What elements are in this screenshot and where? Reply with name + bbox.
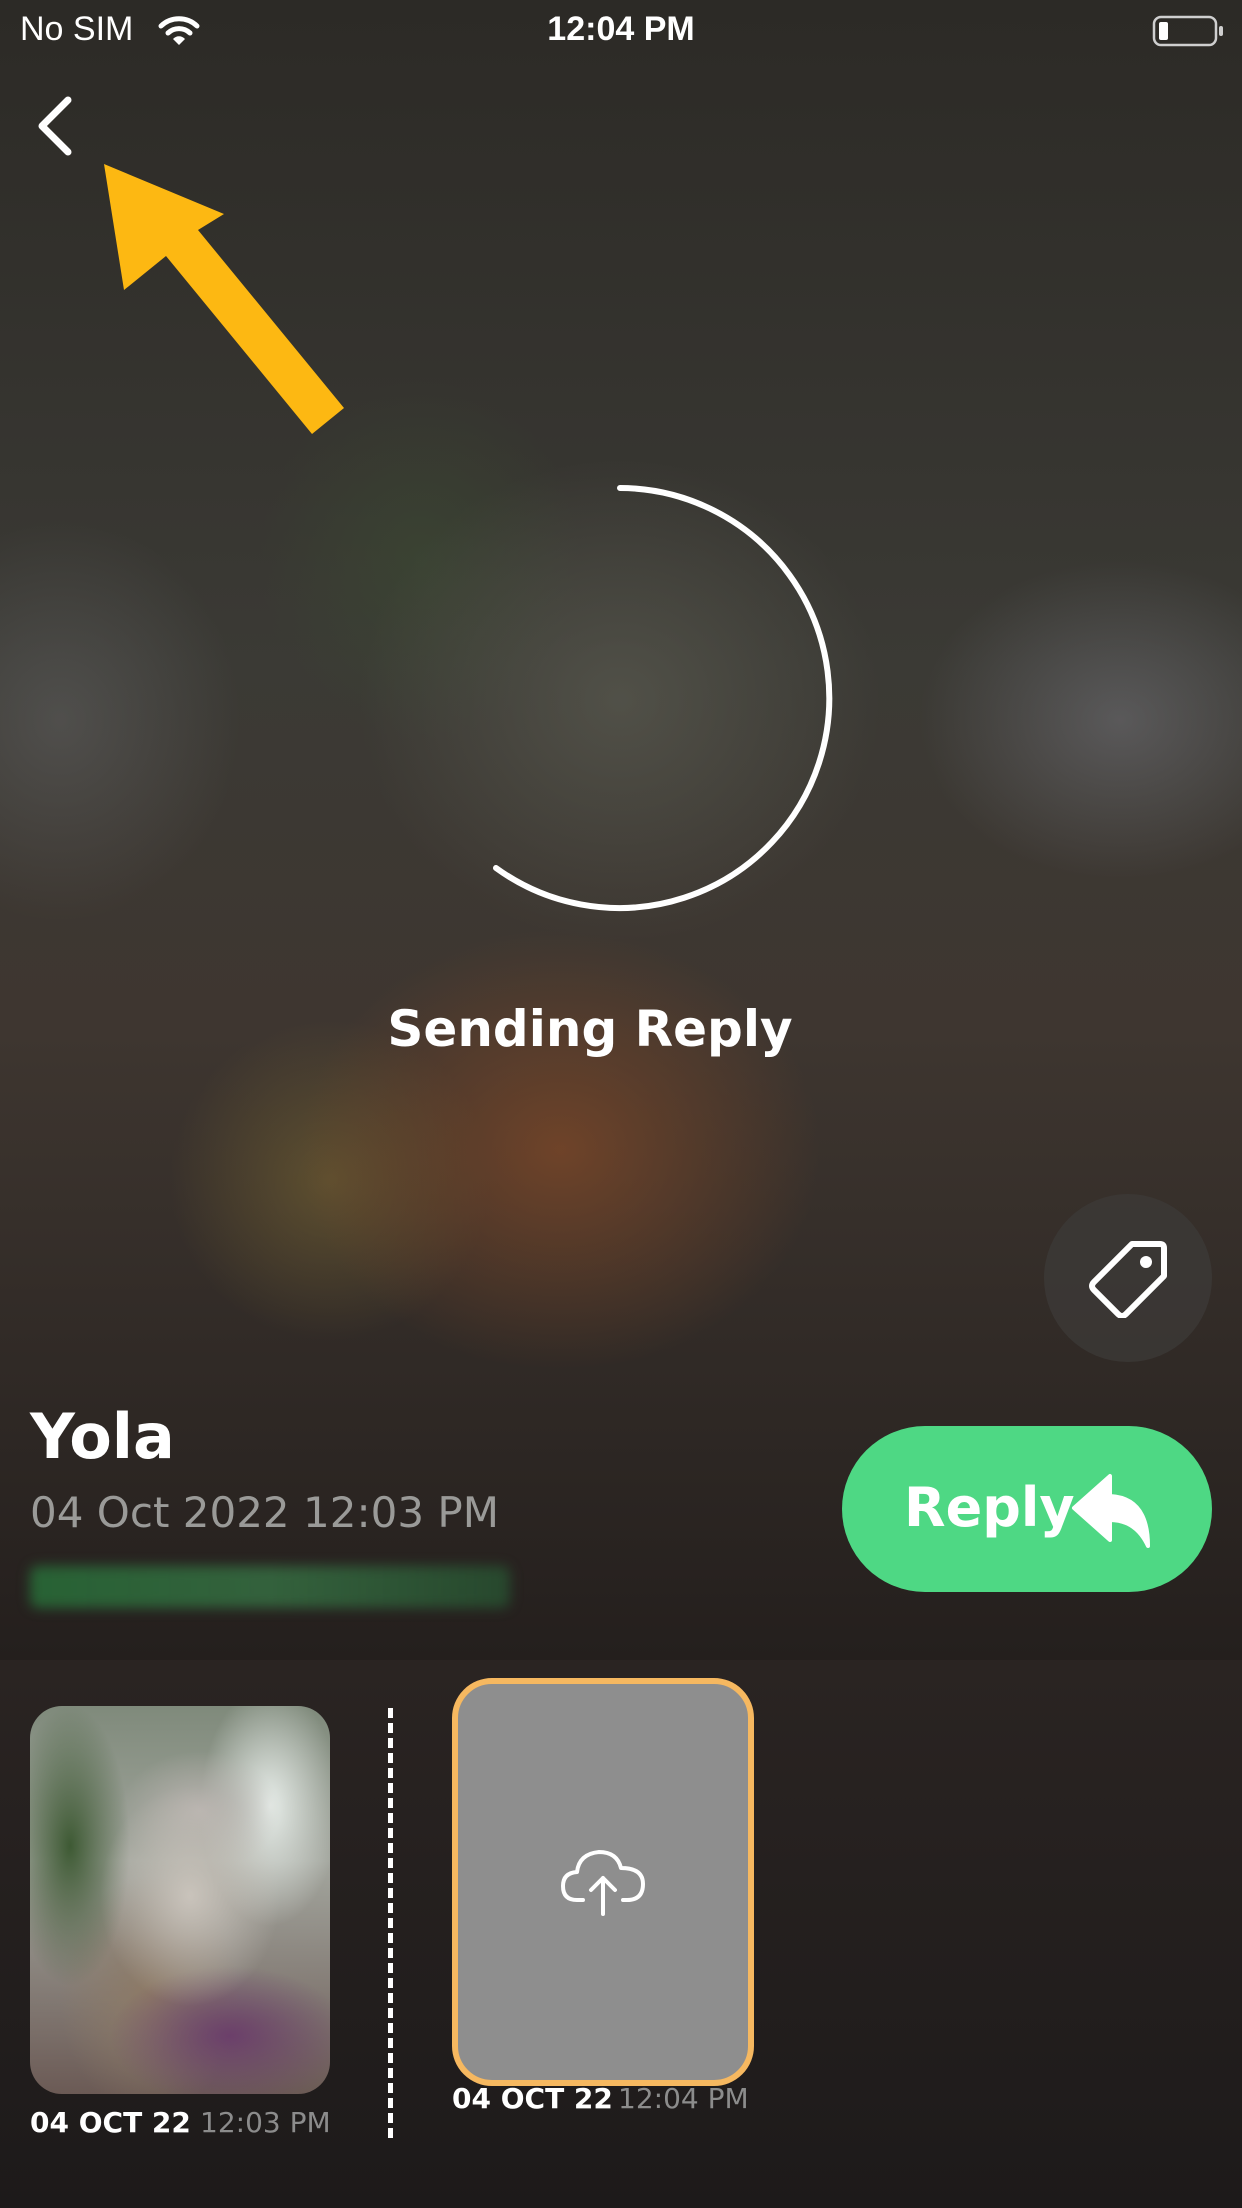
thumbnail-time: 12:03 PM bbox=[200, 2106, 331, 2139]
upload-time: 12:04 PM bbox=[618, 2082, 749, 2115]
timeline-divider bbox=[388, 1708, 393, 2138]
annotation-arrow bbox=[104, 164, 344, 434]
thumbnail-date: 04 OCT 22 bbox=[30, 2106, 191, 2139]
sender-name: Yola bbox=[30, 1400, 175, 1473]
battery-icon bbox=[1152, 15, 1223, 47]
back-button[interactable] bbox=[22, 86, 92, 166]
tag-button[interactable] bbox=[1044, 1194, 1212, 1362]
tag-icon bbox=[1089, 1241, 1167, 1318]
reply-arrow-icon bbox=[1072, 1474, 1150, 1548]
back-chevron-icon bbox=[38, 96, 72, 156]
upload-date: 04 OCT 22 bbox=[452, 2082, 613, 2115]
uploading-reply-card[interactable] bbox=[452, 1678, 754, 2086]
spinner-icon bbox=[493, 485, 833, 911]
reply-label: Reply bbox=[904, 1476, 1075, 1539]
sending-status-text: Sending Reply bbox=[387, 1000, 793, 1058]
message-thumbnail[interactable] bbox=[30, 1706, 330, 2094]
clock: 12:04 PM bbox=[547, 10, 695, 48]
sender-email-redacted bbox=[30, 1566, 510, 1608]
status-bar: No SIM 12:04 PM bbox=[0, 0, 1242, 62]
reply-button[interactable]: Reply bbox=[842, 1426, 1212, 1592]
message-date: 04 Oct 2022 12:03 PM bbox=[30, 1488, 499, 1537]
cloud-upload-icon bbox=[561, 1850, 645, 1916]
